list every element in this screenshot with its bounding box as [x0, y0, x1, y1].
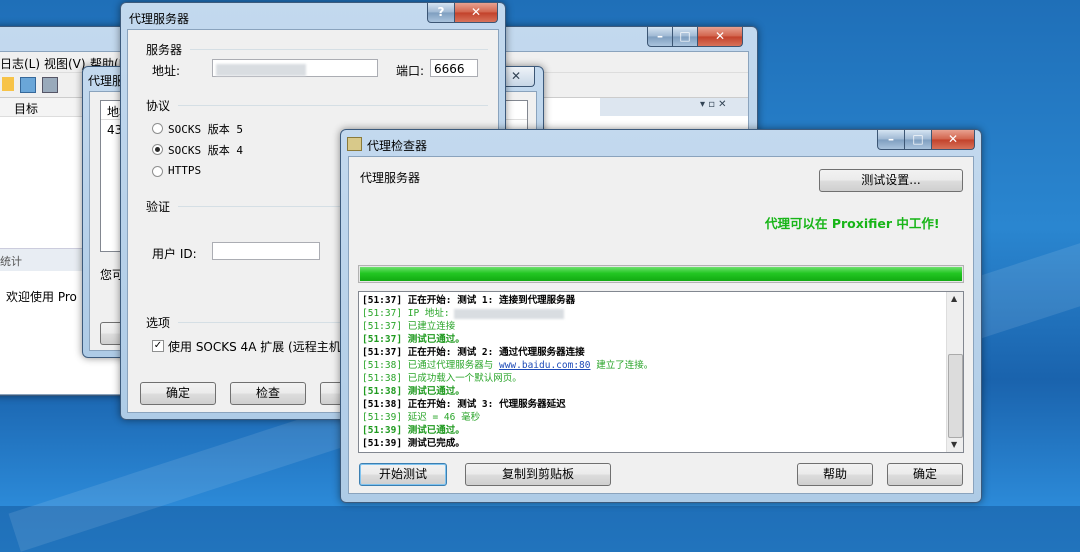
userid-input[interactable] — [212, 242, 320, 260]
log-line-text: [51:38] 已成功载入一个默认网页。 — [362, 373, 522, 384]
help-button[interactable]: 帮助 — [797, 463, 873, 486]
dialog-title: 代理服务器 — [129, 12, 190, 26]
log-line-suffix: 建立了连接。 — [590, 360, 654, 371]
log-lines: [51:37] 正在开始: 测试 1: 连接到代理服务器 [51:37] IP 地… — [359, 294, 944, 450]
scroll-thumb[interactable] — [948, 354, 963, 438]
log-line-text: [51:37] 测试已通过。 — [362, 334, 465, 345]
stats-label: 统计 — [0, 255, 22, 268]
https-label[interactable]: HTTPS — [168, 164, 201, 177]
start-test-button[interactable]: 开始测试 — [359, 463, 447, 486]
welcome-text: 欢迎使用 Pro — [6, 290, 77, 304]
checker-title: 代理检查器 — [367, 139, 428, 153]
userid-label: 用户 ID: — [152, 247, 197, 261]
progress-fill — [360, 267, 962, 281]
port-input[interactable]: 6666 — [430, 59, 478, 77]
copy-clipboard-button[interactable]: 复制到剪贴板 — [465, 463, 611, 486]
redacted-ip — [453, 308, 564, 319]
address-label: 地址: — [152, 64, 181, 78]
log-line: [51:39] 延迟 = 46 毫秒 — [359, 411, 944, 424]
help-button[interactable]: ? — [427, 3, 455, 23]
log-line: [51:38] 已通过代理服务器与 www.baidu.com:80 建立了连接… — [359, 359, 944, 372]
divider — [178, 105, 488, 106]
column-target[interactable]: 目标 — [14, 100, 38, 117]
log-line: [51:37] 测试已通过。 — [359, 333, 944, 346]
print-icon[interactable] — [42, 77, 58, 93]
log-line: [51:38] 正在开始: 测试 3: 代理服务器延迟 — [359, 398, 944, 411]
scroll-down-icon[interactable]: ▼ — [951, 440, 957, 449]
pane-controls-icon[interactable]: ▾ ▫ ✕ — [700, 99, 727, 110]
server-group-label: 服务器 — [146, 43, 183, 57]
options-group-label: 选项 — [146, 316, 171, 330]
maximize-button[interactable]: □ — [904, 130, 932, 150]
port-label: 端口: — [396, 64, 425, 78]
https-radio[interactable] — [152, 166, 163, 177]
disk-icon[interactable] — [20, 77, 36, 93]
status-message: 代理可以在 Proxifier 中工作! — [765, 216, 940, 231]
column-header: 目标 — [0, 98, 90, 117]
log-line: [51:37] 正在开始: 测试 2: 通过代理服务器连接 — [359, 346, 944, 359]
socks5-label[interactable]: SOCKS 版本 5 — [168, 121, 243, 137]
proxy-server-label: 代理服务器 — [360, 171, 421, 185]
app-icon — [347, 137, 362, 151]
socks4a-checkbox[interactable]: ✓ — [152, 340, 164, 352]
log-line-text: [51:38] 测试已通过。 — [362, 386, 465, 397]
redacted-address — [216, 63, 306, 76]
divider — [190, 49, 488, 50]
close-button[interactable]: ✕ — [931, 130, 975, 150]
log-line-text: [51:39] 延迟 = 46 毫秒 — [362, 412, 481, 423]
address-input[interactable] — [212, 59, 378, 77]
minimize-button[interactable]: – — [877, 130, 905, 150]
window-title: 代理服 — [88, 74, 125, 88]
log-link[interactable]: www.baidu.com:80 — [499, 360, 591, 371]
log-scrollbar[interactable]: ▲ ▼ — [946, 292, 963, 452]
log-line: [51:39] 测试已通过。 — [359, 424, 944, 437]
proxy-checker-window[interactable]: 代理检查器 – □ ✕ 代理服务器 测试设置... 代理可以在 Proxifie… — [340, 129, 982, 503]
auth-group-label: 验证 — [146, 200, 171, 214]
socks4a-label[interactable]: 使用 SOCKS 4A 扩展 (远程主机名 — [168, 338, 353, 355]
log-line: [51:37] 已建立连接 — [359, 320, 944, 333]
protocol-group-label: 协议 — [146, 99, 171, 113]
socks5-radio[interactable] — [152, 123, 163, 134]
log-line-text: [51:38] 正在开始: 测试 3: 代理服务器延迟 — [362, 399, 566, 410]
log-line: [51:37] IP 地址: — [359, 307, 944, 320]
log-line-text: [51:37] 正在开始: 测试 1: 连接到代理服务器 — [362, 295, 576, 306]
log-line-text: [51:37] 已建立连接 — [362, 321, 456, 332]
log-line-text: [51:39] 测试已通过。 — [362, 425, 465, 436]
check-button[interactable]: 检查 — [230, 382, 306, 405]
pane-header: ▾ ▫ ✕ — [600, 98, 748, 116]
log-line: [51:38] 已成功载入一个默认网页。 — [359, 372, 944, 385]
socks4-radio[interactable] — [152, 144, 163, 155]
log-line: [51:38] 测试已通过。 — [359, 385, 944, 398]
maximize-button[interactable]: □ — [672, 27, 698, 47]
test-settings-button[interactable]: 测试设置... — [819, 169, 963, 192]
ok-button[interactable]: 确定 — [140, 382, 216, 405]
minimize-button[interactable]: – — [647, 27, 673, 47]
close-button[interactable]: ✕ — [454, 3, 498, 23]
socks4-label[interactable]: SOCKS 版本 4 — [168, 142, 243, 158]
log-line-text: [51:39] 测试已完成。 — [362, 438, 465, 449]
connections-pane: 目标 — [0, 98, 91, 248]
save-icon[interactable] — [2, 77, 14, 91]
scroll-up-icon[interactable]: ▲ — [951, 294, 957, 303]
log-line: [51:37] 正在开始: 测试 1: 连接到代理服务器 — [359, 294, 944, 307]
close-button[interactable]: ✕ — [697, 27, 743, 47]
menu-view[interactable]: 视图(V) — [44, 55, 86, 72]
progress-bar — [358, 265, 964, 283]
stats-tab[interactable]: 统计 — [0, 248, 90, 271]
checker-client: 代理服务器 测试设置... 代理可以在 Proxifier 中工作! [51:3… — [348, 156, 974, 494]
ok-button[interactable]: 确定 — [887, 463, 963, 486]
test-log[interactable]: [51:37] 正在开始: 测试 1: 连接到代理服务器 [51:37] IP 地… — [358, 291, 964, 453]
log-line-text: [51:37] 正在开始: 测试 2: 通过代理服务器连接 — [362, 347, 585, 358]
log-line-text: [51:38] 已通过代理服务器与 — [362, 360, 499, 371]
menu-log[interactable]: 日志(L) — [0, 55, 40, 72]
log-line-text: [51:37] IP 地址: — [362, 308, 450, 319]
log-line: [51:39] 测试已完成。 — [359, 437, 944, 450]
